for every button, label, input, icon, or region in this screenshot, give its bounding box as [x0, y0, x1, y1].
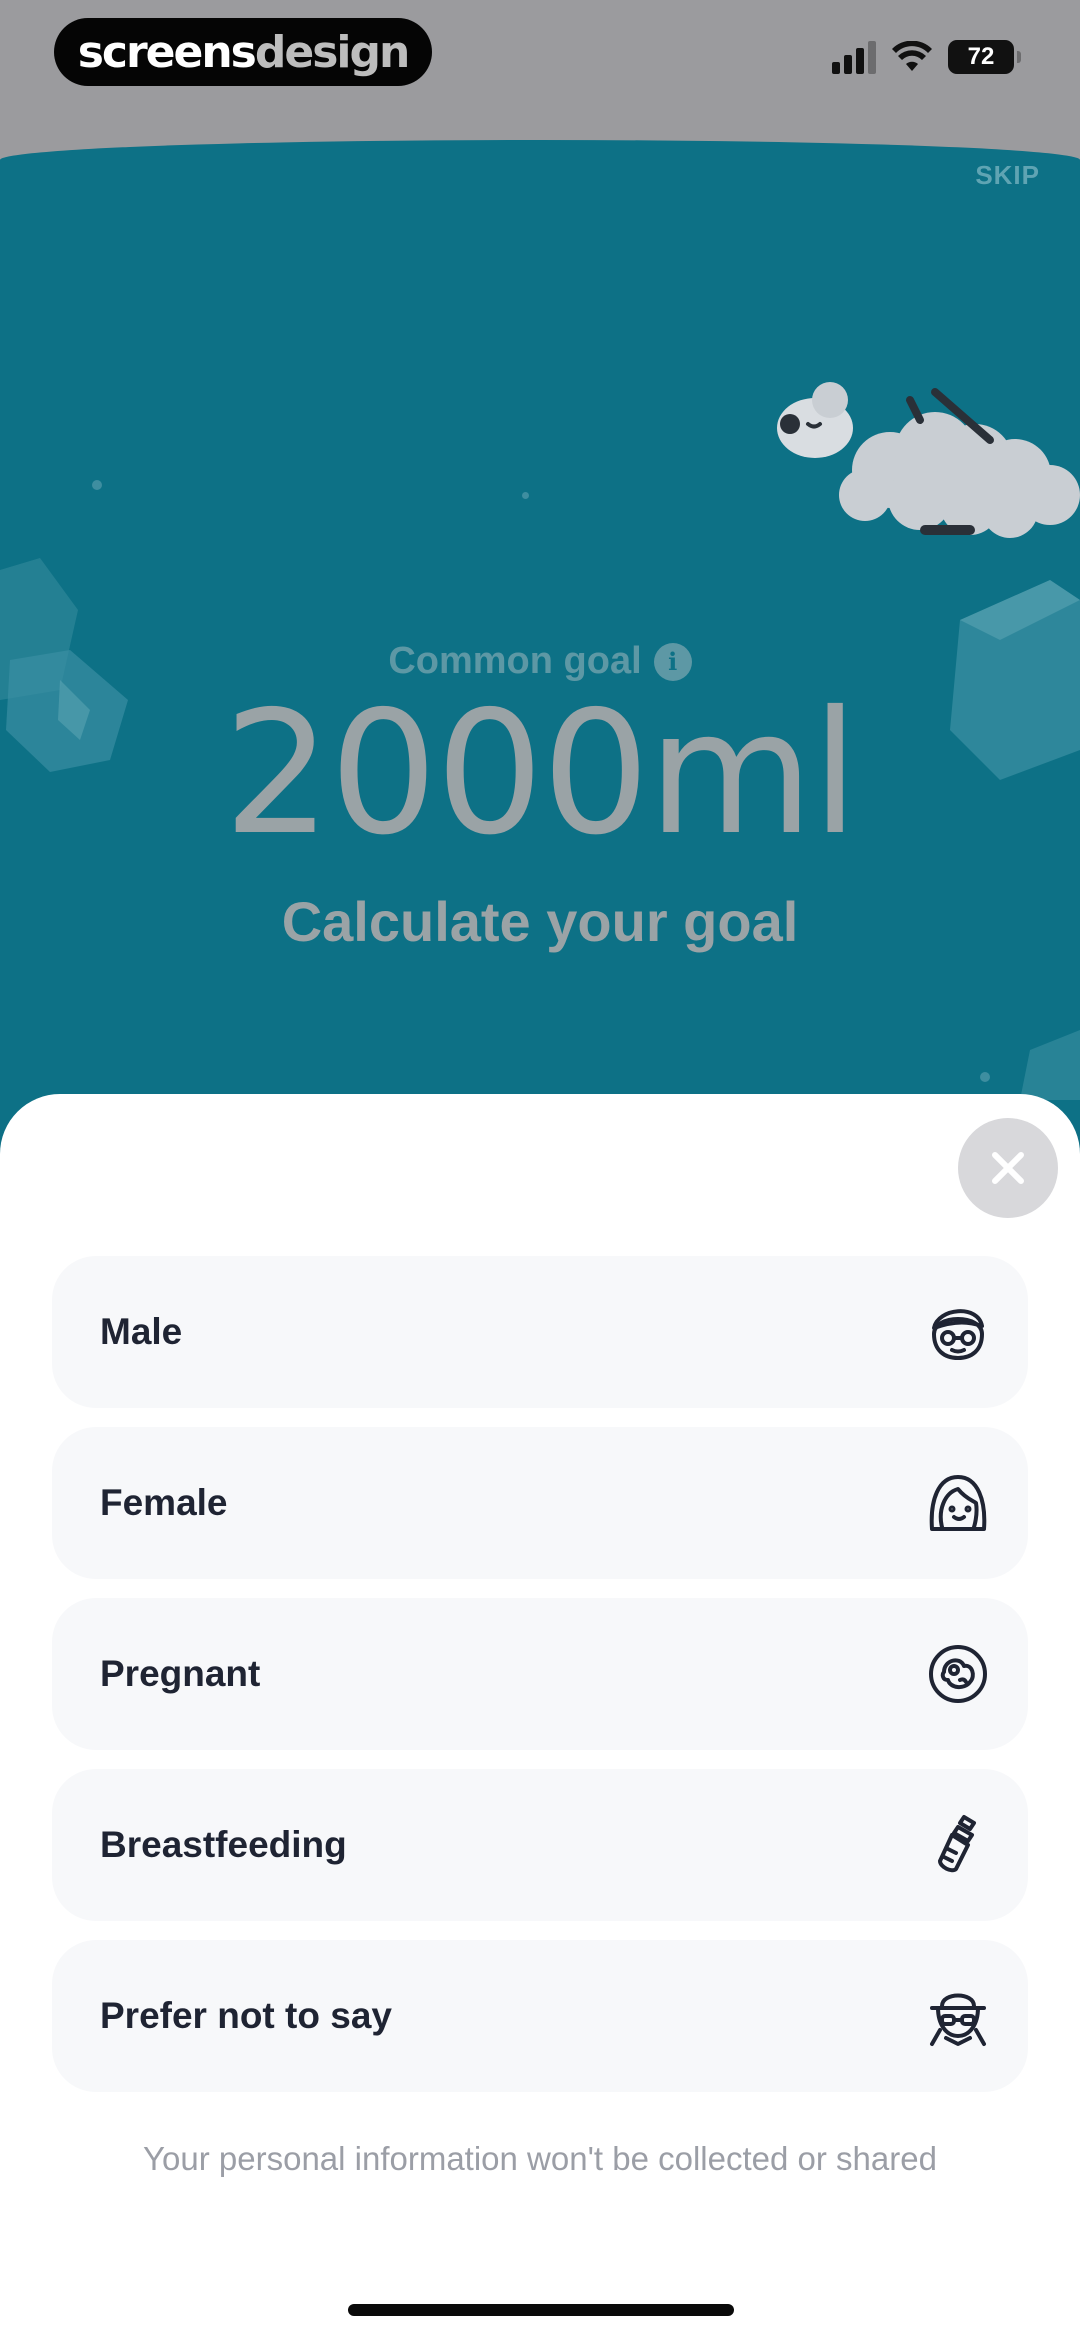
calculate-goal-heading: Calculate your goal: [281, 890, 799, 953]
close-button[interactable]: [958, 1118, 1058, 1218]
sheep-illustration: [777, 382, 1080, 538]
option-label: Male: [100, 1311, 183, 1352]
woman-face-icon: [929, 1475, 987, 1531]
option-label: Prefer not to say: [100, 1995, 392, 2036]
battery-level: 72: [967, 43, 995, 70]
cellular-signal-icon: [832, 40, 876, 74]
privacy-note: Your personal information won't be colle…: [143, 2140, 937, 2177]
home-indicator[interactable]: [348, 2304, 734, 2316]
option-label: Breastfeeding: [100, 1824, 347, 1865]
status-bar: screens design 72: [0, 0, 1080, 160]
screensdesign-watermark: screens design: [54, 18, 432, 86]
option-female[interactable]: Female: [52, 1427, 1028, 1579]
baby-bottle-icon: [938, 1815, 976, 1873]
wifi-icon: [892, 41, 932, 71]
goal-amount: 2000ml: [223, 675, 858, 873]
bubble-dot: [92, 480, 102, 490]
gender-selection-sheet: Male Female Pregnant Breastfeeding Prefe…: [0, 1094, 1080, 2336]
man-face-glasses-icon: [932, 1309, 984, 1360]
ice-cube-icon: [1020, 1030, 1080, 1100]
bubble-dot: [980, 1072, 990, 1082]
skip-button[interactable]: SKIP: [975, 160, 1040, 191]
status-icons: 72: [832, 40, 1021, 74]
option-label: Pregnant: [100, 1653, 261, 1694]
goal-display: Common goal i 2000ml Calculate your goal: [0, 640, 1080, 954]
close-icon: [992, 1152, 1024, 1184]
battery-icon: 72: [948, 40, 1021, 74]
brand-part-1: screens: [77, 26, 257, 78]
option-breastfeeding[interactable]: Breastfeeding: [52, 1769, 1028, 1921]
bubble-dot: [522, 492, 529, 499]
option-pregnant[interactable]: Pregnant: [52, 1598, 1028, 1750]
option-male[interactable]: Male: [52, 1256, 1028, 1408]
incognito-hat-icon: [930, 1993, 986, 2046]
option-prefer-not-to-say[interactable]: Prefer not to say: [52, 1940, 1028, 2092]
fetus-icon: [929, 1645, 987, 1703]
gender-option-list: Male Female Pregnant Breastfeeding Prefe…: [52, 1256, 1028, 2111]
onboarding-background: [0, 140, 1080, 1120]
option-label: Female: [100, 1482, 228, 1523]
brand-part-2: design: [254, 26, 410, 78]
